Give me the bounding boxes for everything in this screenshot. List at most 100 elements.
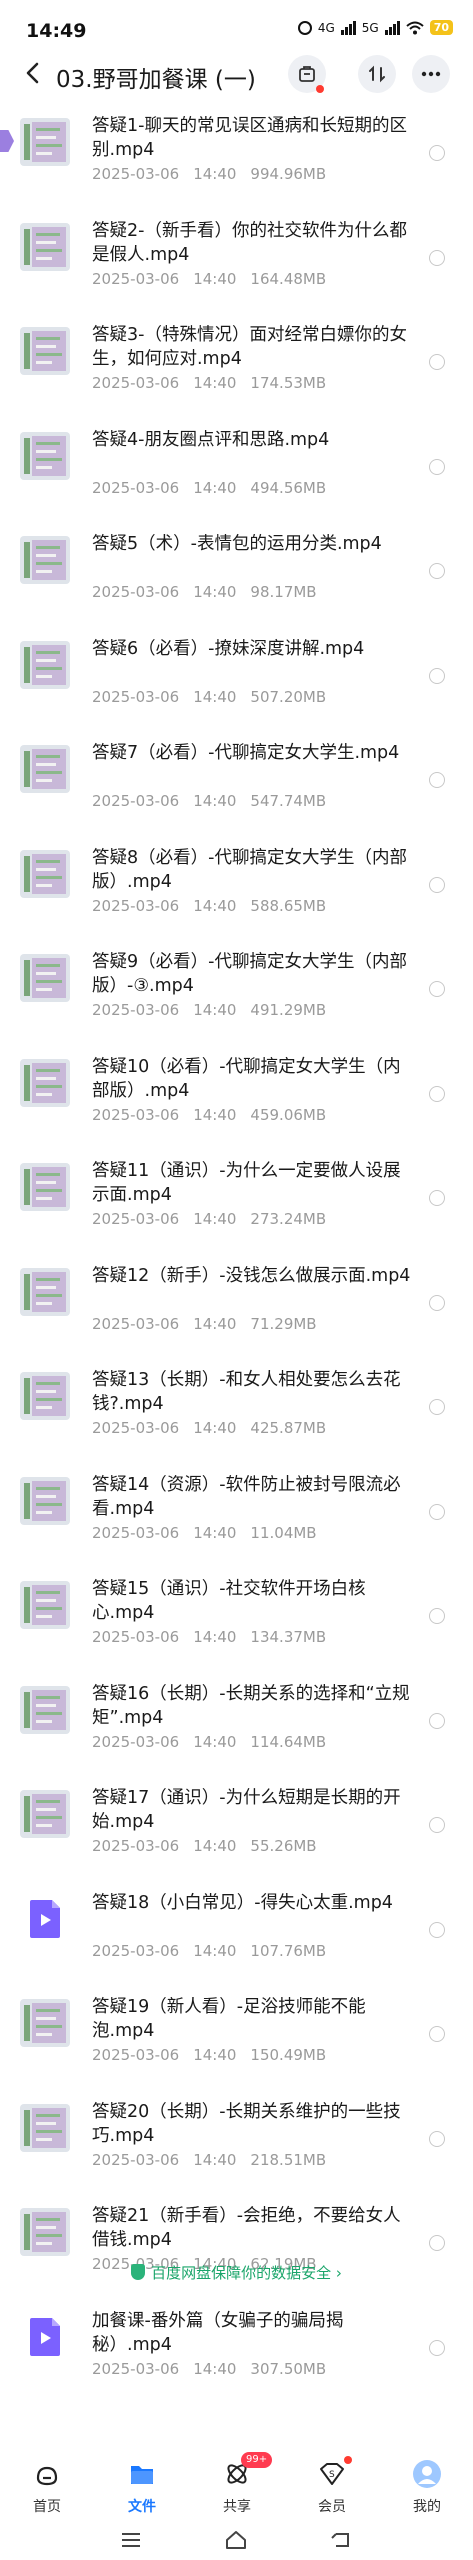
file-row[interactable]: 答疑12（新手）-没钱怎么做展示面.mp4 2025-03-06 14:40 71.2…: [0, 1252, 473, 1357]
file-meta: 2025-03-06 14:40 55.26MB: [92, 1837, 331, 1855]
select-radio[interactable]: [429, 354, 445, 370]
tab-vip[interactable]: S 会员: [297, 2444, 367, 2516]
file-row[interactable]: 答疑6（必看）-撩妹深度讲解.mp4 2025-03-06 14:40 507.20M…: [0, 625, 473, 730]
file-row[interactable]: 答疑18（小白常见）-得失心太重.mp4 2025-03-06 14:40 107.7…: [0, 1879, 473, 1984]
file-date: 2025-03-06: [92, 2046, 180, 2064]
bottom-tab-bar: 首页 文件 99+ 共享 S 会员 我的: [0, 2444, 473, 2522]
select-radio[interactable]: [429, 981, 445, 997]
avatar-icon: [413, 2460, 441, 2488]
transfer-list-button[interactable]: [288, 55, 326, 93]
file-date: 2025-03-06: [92, 792, 180, 810]
file-date: 2025-03-06: [92, 374, 180, 392]
file-row[interactable]: 答疑7（必看）-代聊搞定女大学生.mp4 2025-03-06 14:40 547.7…: [0, 729, 473, 834]
file-size: 459.06MB: [250, 1105, 327, 1124]
file-row[interactable]: 答疑2-（新手看）你的社交软件为什么都是假人.mp4 2025-03-06 14:4…: [0, 207, 473, 312]
file-row[interactable]: 答疑4-朋友圈点评和思路.mp4 2025-03-06 14:40 494.56MB: [0, 416, 473, 521]
back-nav-icon[interactable]: [330, 2530, 352, 2550]
file-date: 2025-03-06: [92, 1419, 180, 1437]
file-time: 14:40: [193, 2150, 237, 2169]
video-thumbnail: [20, 118, 70, 166]
select-radio[interactable]: [429, 1085, 445, 1102]
home-icon: [36, 2466, 58, 2486]
video-thumbnail: [20, 431, 70, 480]
file-meta: 2025-03-06 14:40 114.64MB: [92, 1733, 340, 1751]
file-size: 71.29MB: [250, 1314, 317, 1333]
select-radio[interactable]: [429, 876, 445, 893]
file-size: 134.37MB: [250, 1628, 327, 1646]
file-meta: 2025-03-06 14:40 174.53MB: [92, 374, 340, 392]
select-radio[interactable]: [429, 1294, 445, 1311]
file-name: 答疑4-朋友圈点评和思路.mp4: [92, 429, 330, 450]
video-thumbnail: [20, 327, 70, 375]
select-radio[interactable]: [429, 1817, 445, 1833]
file-date: 2025-03-06: [92, 1732, 180, 1751]
tab-files[interactable]: 文件: [107, 2444, 177, 2516]
select-radio[interactable]: [429, 1503, 445, 1520]
file-row[interactable]: 答疑9（必看）-代聊搞定女大学生（内部版）-③.mp4 2025-03-06 14:…: [0, 938, 473, 1043]
file-size: 588.65MB: [250, 896, 327, 915]
tab-mine[interactable]: 我的: [392, 2444, 462, 2516]
select-radio[interactable]: [429, 2026, 445, 2042]
sort-button[interactable]: [358, 55, 396, 93]
select-radio[interactable]: [429, 145, 445, 161]
file-time: 14:40: [193, 1523, 237, 1542]
file-name: 答疑18（小白常见）-得失心太重.mp4: [92, 1892, 393, 1913]
file-row[interactable]: 答疑17（通识）-为什么短期是长期的开始.mp4 2025-03-06 14:40 5…: [0, 1774, 473, 1879]
file-row[interactable]: 答疑11（通识）-为什么一定要做人设展示面.mp4 2025-03-06 14:40…: [0, 1147, 473, 1252]
file-date: 2025-03-06: [92, 896, 180, 915]
select-radio[interactable]: [429, 1712, 445, 1729]
file-row[interactable]: 答疑14（资源）-软件防止被封号限流必看.mp4 2025-03-06 14:40 1…: [0, 1461, 473, 1566]
select-radio[interactable]: [429, 2339, 445, 2356]
file-meta: 2025-03-06 14:40 507.20MB: [92, 688, 340, 706]
battery-icon: 70: [429, 20, 453, 35]
select-radio[interactable]: [429, 772, 445, 788]
file-size: 273.24MB: [250, 1210, 327, 1228]
select-radio[interactable]: [429, 249, 445, 266]
select-radio[interactable]: [429, 458, 445, 475]
file-name: 答疑10（必看）-代聊搞定女大学生（内部版）.mp4: [92, 1056, 401, 1101]
file-name: 答疑7（必看）-代聊搞定女大学生.mp4: [92, 743, 400, 763]
file-row[interactable]: 加餐课-番外篇（女骗子的骗局揭秘）.mp4 2025-03-06 14:40 307.…: [0, 2297, 473, 2402]
select-radio[interactable]: [429, 563, 445, 579]
file-row[interactable]: 答疑8（必看）-代聊搞定女大学生（内部版）.mp4 2025-03-06 14:40…: [0, 834, 473, 939]
file-meta: 2025-03-06 14:40 459.06MB: [92, 1106, 340, 1124]
select-radio[interactable]: [429, 667, 445, 684]
file-row[interactable]: 答疑5（术）-表情包的运用分类.mp4 2025-03-06 14:40 98.17M…: [0, 520, 473, 625]
file-row[interactable]: 答疑1-聊天的常见误区通病和长短期的区别.mp4 2025-03-06 14:40 9…: [0, 102, 473, 207]
video-thumbnail: [20, 745, 70, 793]
file-time: 14:40: [193, 1001, 237, 1019]
file-time: 14:40: [193, 1105, 237, 1124]
file-row[interactable]: 答疑3-（特殊情况）面对经常白嫖你的女生，如何应对.mp4 2025-03-06 1…: [0, 311, 473, 416]
select-radio[interactable]: [429, 1399, 445, 1415]
file-date: 2025-03-06: [92, 269, 180, 288]
video-thumbnail: [20, 954, 70, 1002]
select-radio[interactable]: [429, 2235, 445, 2251]
file-row[interactable]: 答疑15（通识）-社交软件开场白核心.mp4 2025-03-06 14:40 134…: [0, 1565, 473, 1670]
file-meta: 2025-03-06 14:40 994.96MB: [92, 165, 340, 183]
vip-dot: [344, 2456, 352, 2464]
file-row[interactable]: 答疑20（长期）-长期关系维护的一些技巧.mp4 2025-03-06 14:40 2…: [0, 2088, 473, 2193]
more-button[interactable]: [412, 55, 450, 93]
select-radio[interactable]: [429, 1190, 445, 1206]
file-meta: 2025-03-06 14:40 107.76MB: [92, 1942, 340, 1960]
select-radio[interactable]: [429, 2130, 445, 2147]
video-thumbnail: [20, 2103, 70, 2152]
status-icons: 4G 5G 70: [297, 20, 453, 35]
back-arrow-icon[interactable]: [20, 60, 46, 86]
tab-home[interactable]: 首页: [12, 2444, 82, 2516]
video-thumbnail: [20, 1685, 70, 1734]
menu-icon[interactable]: [120, 2532, 142, 2548]
file-row[interactable]: 答疑13（长期）-和女人相处要怎么去花钱?.mp4 2025-03-06 14:40…: [0, 1356, 473, 1461]
chevron-right-icon: ›: [331, 2264, 342, 2282]
file-time: 14:40: [193, 687, 237, 706]
file-name: 答疑16（长期）-长期关系的选择和“立规矩”.mp4: [92, 1683, 410, 1728]
security-note[interactable]: 百度网盘保障你的数据安全 ›: [0, 2262, 473, 2283]
select-radio[interactable]: [429, 1921, 445, 1938]
file-row[interactable]: 答疑16（长期）-长期关系的选择和“立规矩”.mp4 2025-03-06 14:4…: [0, 1670, 473, 1775]
home-nav-icon[interactable]: [224, 2530, 248, 2550]
file-row[interactable]: 答疑19（新人看）-足浴技师能不能泡.mp4 2025-03-06 14:40 150…: [0, 1983, 473, 2088]
select-radio[interactable]: [429, 1608, 445, 1624]
tab-share[interactable]: 99+ 共享: [202, 2444, 273, 2516]
file-row[interactable]: 答疑10（必看）-代聊搞定女大学生（内部版）.mp4 2025-03-06 14:4…: [0, 1043, 473, 1148]
file-time: 14:40: [193, 896, 237, 915]
